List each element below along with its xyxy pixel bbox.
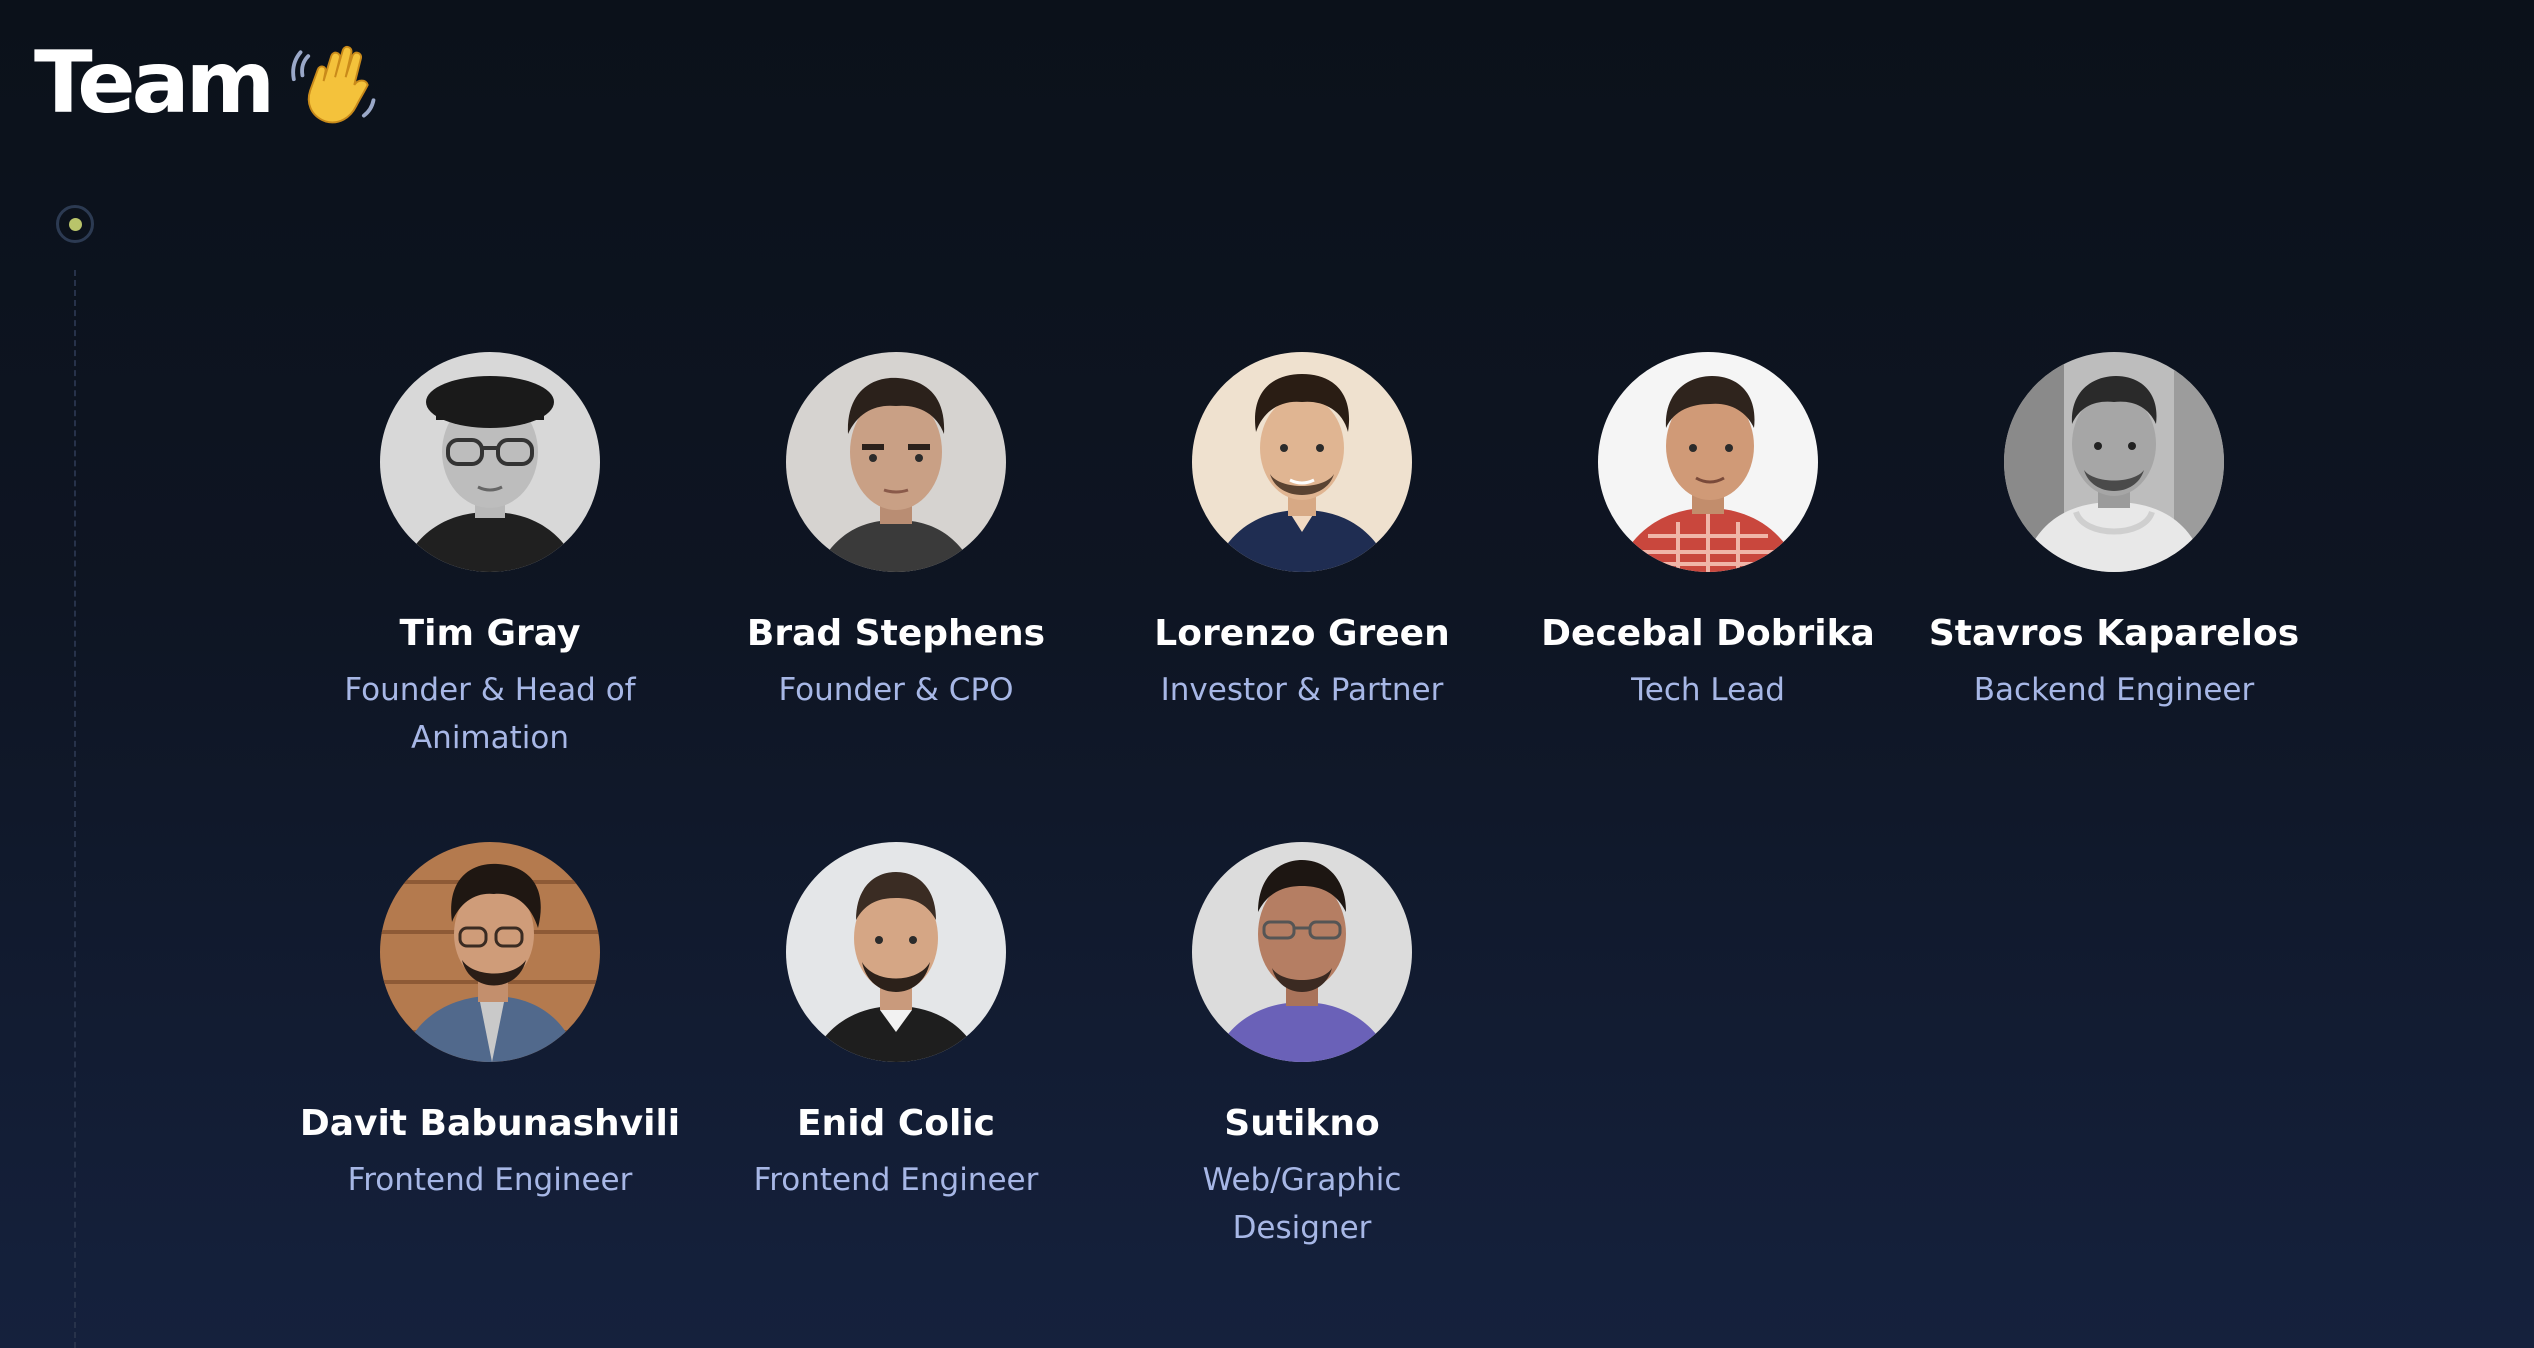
member-name: Brad Stephens (746, 613, 1046, 654)
member-role: Frontend Engineer (347, 1162, 633, 1198)
team-member-card: Lorenzo Green Investor & Partner (1099, 352, 1505, 762)
member-avatar (786, 842, 1006, 1062)
member-name: Davit Babunashvili (299, 1103, 681, 1144)
team-member-card: Stavros Kaparelos Backend Engineer (1911, 352, 2317, 762)
waving-hand-icon (291, 45, 376, 124)
team-member-card: Sutikno Web/Graphic Designer (1099, 842, 1505, 1252)
team-grid: Tim Gray Founder & Head of Animation Bra… (287, 352, 2319, 1252)
member-role: Web/Graphic Designer (1202, 1162, 1402, 1246)
member-name: Tim Gray (399, 613, 581, 654)
member-name: Stavros Kaparelos (1928, 613, 2300, 654)
member-avatar (1598, 352, 1818, 572)
member-avatar (1192, 352, 1412, 572)
member-avatar (380, 352, 600, 572)
team-member-card: Brad Stephens Founder & CPO (693, 352, 1099, 762)
member-avatar (380, 842, 600, 1062)
member-role: Tech Lead (1631, 672, 1785, 708)
team-member-card: Davit Babunashvili Frontend Engineer (287, 842, 693, 1252)
team-member-card: Decebal Dobrika Tech Lead (1505, 352, 1911, 762)
member-name: Decebal Dobrika (1541, 613, 1875, 654)
member-avatar (1192, 842, 1412, 1062)
member-name: Lorenzo Green (1154, 613, 1450, 654)
member-avatar (786, 352, 1006, 572)
page-title: Team (34, 33, 275, 133)
timeline-line (74, 270, 76, 1348)
member-role: Investor & Partner (1160, 672, 1444, 708)
member-role: Backend Engineer (1973, 672, 2255, 708)
member-name: Sutikno (1224, 1103, 1380, 1144)
team-member-card: Tim Gray Founder & Head of Animation (287, 352, 693, 762)
member-name: Enid Colic (796, 1103, 996, 1144)
member-role: Founder & CPO (778, 672, 1014, 708)
page-header: Team (34, 28, 385, 138)
member-role: Frontend Engineer (753, 1162, 1039, 1198)
member-avatar (2004, 352, 2224, 572)
team-member-card: Enid Colic Frontend Engineer (693, 842, 1099, 1252)
timeline-marker (56, 205, 94, 243)
member-role: Founder & Head of Animation (344, 672, 636, 756)
